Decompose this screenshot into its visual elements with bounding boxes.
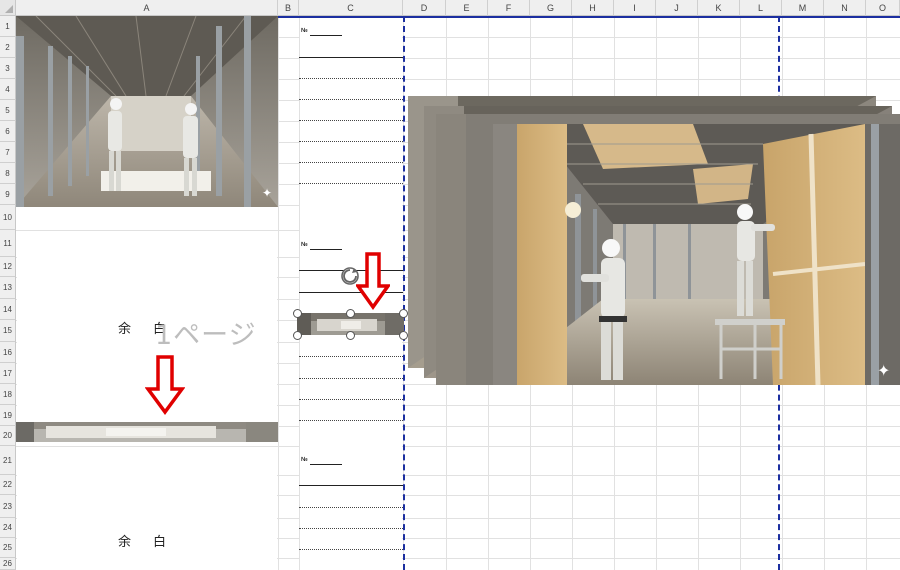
down-arrow-icon [356,252,390,310]
resize-handle-bottom-right[interactable] [399,331,408,340]
form-dotted-line [299,78,403,79]
row-header-22[interactable]: 22 [0,475,16,495]
column-header-n[interactable]: N [824,0,866,16]
number-underline [310,35,342,36]
row-header-15[interactable]: 15 [0,320,16,342]
row-header-14[interactable]: 14 [0,299,16,320]
row-header-20[interactable]: 20 [0,426,16,446]
spreadsheet-sheet[interactable]: A B C D E F G H I J K L M N O 1 2 3 4 5 … [0,0,900,570]
column-header-g[interactable]: G [530,0,572,16]
column-header-j[interactable]: J [656,0,698,16]
column-header-c[interactable]: C [299,0,403,16]
column-header-b[interactable]: B [278,0,299,16]
blank-label-2: 余白 [118,535,189,550]
form-dotted-line [299,162,403,163]
number-mark: № [301,242,308,248]
resize-handle-bottom[interactable] [346,331,355,340]
resize-handle-bottom-left[interactable] [293,331,302,340]
row-header-11[interactable]: 11 [0,230,16,257]
form-dotted-line [299,120,403,121]
row-header-10[interactable]: 10 [0,205,16,230]
row-header-23[interactable]: 23 [0,495,16,518]
row-header-18[interactable]: 18 [0,384,16,405]
row-header-5[interactable]: 5 [0,100,16,121]
down-arrow-icon [145,355,185,415]
column-header-l[interactable]: L [740,0,782,16]
svg-text:✦: ✦ [262,186,272,200]
resize-handle-top-left[interactable] [293,309,302,318]
row-header-13[interactable]: 13 [0,277,16,299]
row-header-2[interactable]: 2 [0,37,16,58]
column-header-o[interactable]: O [866,0,900,16]
number-mark: № [301,457,308,463]
resize-handle-top-right[interactable] [399,309,408,318]
number-underline [310,464,342,465]
form-dotted-line [299,420,403,421]
column-header-h[interactable]: H [572,0,614,16]
construction-photo-main[interactable]: ✦ [493,124,900,385]
column-header-k[interactable]: K [698,0,740,16]
row-header-1[interactable]: 1 [0,16,16,37]
form-line [299,57,403,58]
form-line [299,485,403,486]
form-dotted-line [299,549,403,550]
merged-cell-a21[interactable] [17,447,277,570]
column-header-d[interactable]: D [403,0,446,16]
column-header-i[interactable]: I [614,0,656,16]
row-header-3[interactable]: 3 [0,58,16,79]
page-break-line [403,16,405,570]
column-header-f[interactable]: F [488,0,530,16]
form-dotted-line [299,99,403,100]
form-dotted-line [299,378,403,379]
column-header-m[interactable]: M [782,0,824,16]
row-header-7[interactable]: 7 [0,142,16,163]
row-header-17[interactable]: 17 [0,363,16,384]
construction-photo-strip[interactable] [16,422,278,442]
row-header-21[interactable]: 21 [0,446,16,475]
row-header-12[interactable]: 12 [0,257,16,277]
svg-text:✦: ✦ [877,361,890,380]
select-all-corner[interactable] [0,0,16,16]
form-dotted-line [299,356,403,357]
form-dotted-line [299,507,403,508]
form-dotted-line [299,183,403,184]
row-header-4[interactable]: 4 [0,79,16,100]
row-header-8[interactable]: 8 [0,163,16,184]
row-header-24[interactable]: 24 [0,518,16,538]
row-header-9[interactable]: 9 [0,184,16,205]
row-header-25[interactable]: 25 [0,538,16,558]
row-header-16[interactable]: 16 [0,342,16,363]
form-dotted-line [299,528,403,529]
column-header-e[interactable]: E [446,0,488,16]
row-header-26[interactable]: 26 [0,558,16,570]
page-watermark: 1ページ [155,320,257,351]
form-dotted-line [299,141,403,142]
number-underline [310,249,342,250]
number-mark: № [301,28,308,34]
row-header-19[interactable]: 19 [0,405,16,426]
resize-handle-top[interactable] [346,309,355,318]
form-dotted-line [299,399,403,400]
column-header-a[interactable]: A [16,0,278,16]
construction-photo-1[interactable]: ✦ [16,16,278,207]
row-header-6[interactable]: 6 [0,121,16,142]
